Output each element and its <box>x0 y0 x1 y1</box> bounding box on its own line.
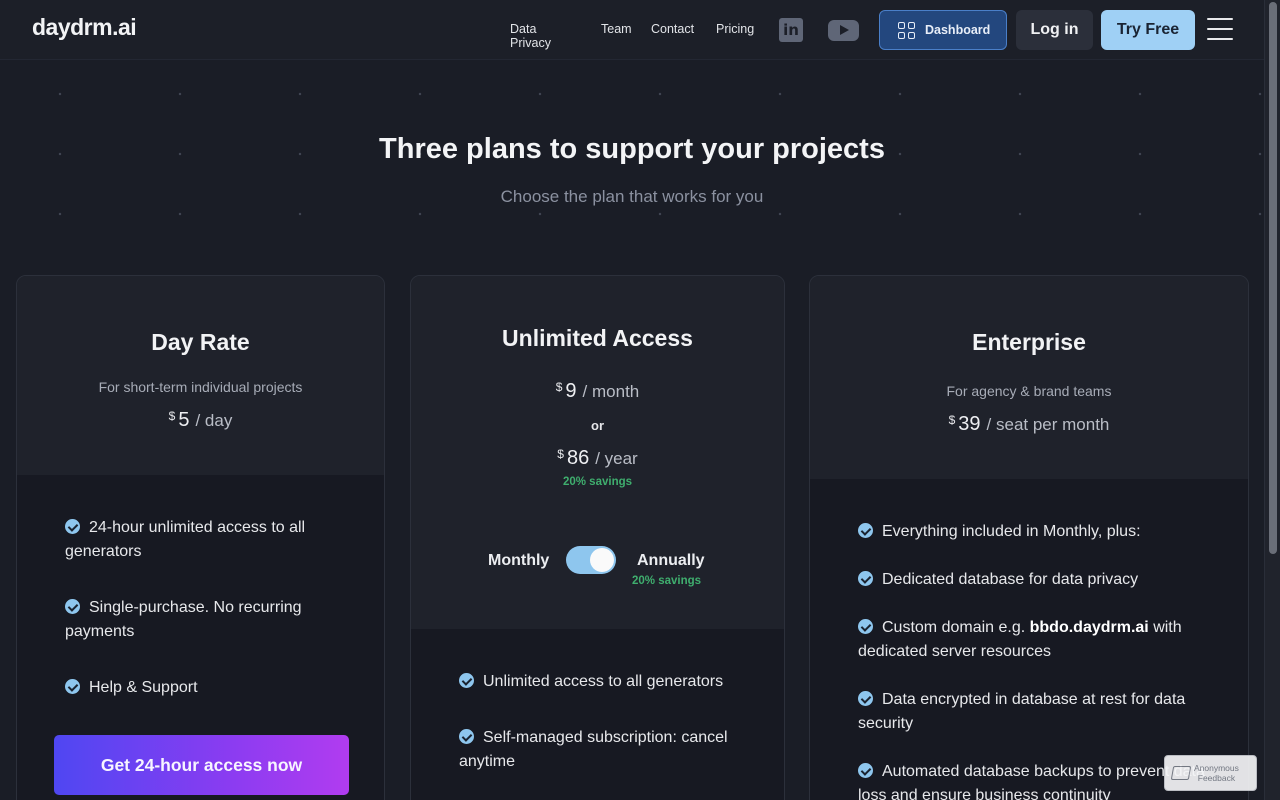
feature-item: Single-purchase. No recurring payments <box>65 599 302 640</box>
anonymous-feedback-button[interactable]: Anonymous Feedback <box>1164 755 1257 791</box>
top-navbar: daydrm.ai Data Privacy Team Contact Pric… <box>0 0 1264 60</box>
feature-item: Custom domain e.g. bbdo.daydrm.ai with d… <box>858 619 1182 660</box>
page-title: Three plans to support your projects <box>379 133 885 165</box>
nav-pricing[interactable]: Pricing <box>716 22 754 36</box>
get-access-button[interactable]: Get 24-hour access now <box>54 735 349 795</box>
login-button[interactable]: Log in <box>1016 10 1093 50</box>
feature-item: Self-managed subscription: cancel anytim… <box>459 729 728 770</box>
feature-item: Everything included in Monthly, plus: <box>858 520 1218 544</box>
feature-item: 24-hour unlimited access to all generato… <box>65 519 306 560</box>
currency-symbol: $ <box>555 380 563 394</box>
dashboard-button[interactable]: Dashboard <box>879 10 1007 50</box>
price-amount: 5 <box>178 409 190 431</box>
check-circle-icon <box>858 763 873 778</box>
price-period: / day <box>195 411 233 430</box>
plan-card-body <box>411 629 784 800</box>
nav-contact[interactable]: Contact <box>651 22 694 36</box>
nav-team[interactable]: Team <box>601 22 632 36</box>
page-subtitle: Choose the plan that works for you <box>500 187 764 206</box>
billing-toggle[interactable] <box>566 546 616 574</box>
plan-description: For agency & brand teams <box>946 383 1112 399</box>
check-circle-icon <box>858 523 873 538</box>
currency-symbol: $ <box>557 447 564 461</box>
plan-title: Enterprise <box>972 329 1086 355</box>
toggle-savings-label: 20% savings <box>632 575 702 587</box>
feature-item: Help & Support <box>65 676 355 700</box>
nav-data-privacy[interactable]: Data Privacy <box>510 22 551 50</box>
feature-item: Dedicated database for data privacy <box>858 568 1218 592</box>
plan-card-header <box>17 276 384 475</box>
page-scrollbar[interactable] <box>1264 0 1280 800</box>
plan-title: Day Rate <box>151 329 250 355</box>
plan-card-enterprise: Enterprise For agency & brand teams $39 /… <box>809 275 1249 800</box>
currency-symbol: $ <box>948 413 956 427</box>
price-period: / year <box>595 449 638 468</box>
custom-domain-example: bbdo.daydrm.ai <box>1029 619 1149 636</box>
megaphone-icon <box>1170 766 1192 780</box>
plan-card-header <box>810 276 1248 479</box>
check-circle-icon <box>858 619 873 634</box>
plan-price-yearly: $86 / year <box>411 447 784 470</box>
savings-label: 20% savings <box>562 476 633 488</box>
check-circle-icon <box>858 691 873 706</box>
check-circle-icon <box>65 519 80 534</box>
toggle-label-monthly[interactable]: Monthly <box>488 552 549 570</box>
plan-description: For short-term individual projects <box>98 379 303 395</box>
linkedin-icon[interactable]: in <box>779 18 803 42</box>
toggle-label-annually[interactable]: Annually <box>637 552 705 570</box>
plan-price-monthly: $9 / month <box>411 380 784 403</box>
plan-price: $39 / seat per month <box>810 413 1248 436</box>
price-period: / month <box>582 382 640 401</box>
try-free-button[interactable]: Try Free <box>1101 10 1195 50</box>
check-circle-icon <box>65 679 80 694</box>
check-circle-icon <box>858 571 873 586</box>
price-amount: 39 <box>958 413 981 435</box>
plan-card-day-rate: Day Rate For short-term individual proje… <box>16 275 385 800</box>
plan-card-unlimited: Unlimited Access $9/ month or $86/ year … <box>410 275 785 800</box>
check-circle-icon <box>65 599 80 614</box>
youtube-icon[interactable] <box>828 20 859 41</box>
plan-title: Unlimited Access <box>502 325 693 351</box>
or-separator: or <box>591 418 604 433</box>
hamburger-menu-icon[interactable] <box>1207 18 1233 40</box>
currency-symbol: $ <box>168 409 176 423</box>
plan-price: $5 / day <box>17 409 384 432</box>
price-amount: 9 <box>565 380 577 402</box>
dashboard-label: Dashboard <box>925 23 991 37</box>
feature-item: Unlimited access to all generators <box>459 670 759 694</box>
toggle-knob <box>590 548 614 572</box>
feature-item: Data encrypted in database at rest for d… <box>858 691 1186 732</box>
grid-icon <box>898 21 915 39</box>
logo[interactable]: daydrm.ai <box>32 14 137 41</box>
check-circle-icon <box>459 729 474 744</box>
scrollbar-thumb[interactable] <box>1269 2 1277 554</box>
price-period: / seat per month <box>986 415 1110 434</box>
check-circle-icon <box>459 673 474 688</box>
price-amount: 86 <box>566 447 590 469</box>
feedback-label: Anonymous Feedback <box>1194 763 1239 783</box>
